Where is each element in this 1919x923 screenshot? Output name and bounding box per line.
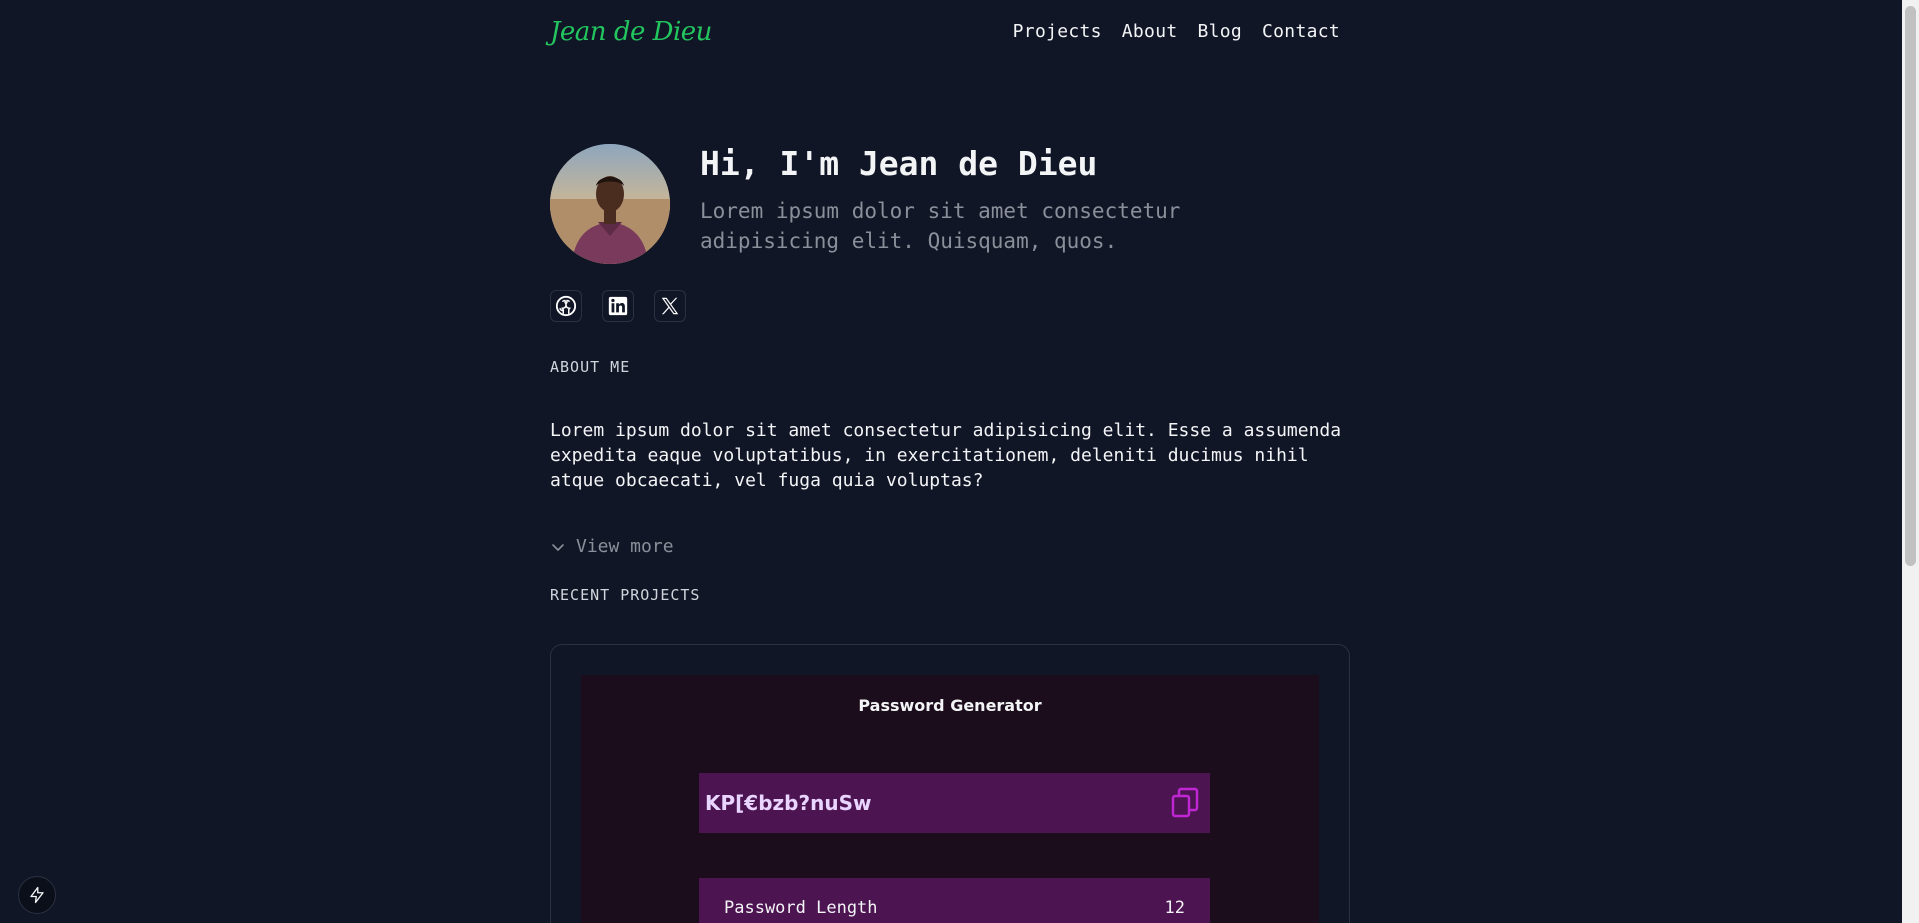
hero-section: Hi, I'm Jean de Dieu Lorem ipsum dolor s… — [550, 144, 1350, 264]
nav-about[interactable]: About — [1122, 21, 1178, 42]
lightning-icon — [30, 886, 44, 904]
github-link[interactable] — [550, 290, 582, 322]
about-label: ABOUT ME — [550, 358, 631, 376]
password-length-row: Password Length 12 — [699, 878, 1210, 923]
linkedin-link[interactable] — [602, 290, 634, 322]
github-icon — [555, 295, 577, 317]
page: Jean de Dieu Projects About Blog Contact — [0, 0, 1919, 923]
hero-title: Hi, I'm Jean de Dieu — [700, 144, 1098, 183]
view-more-label: View more — [576, 536, 674, 557]
chevron-down-icon — [552, 543, 564, 551]
password-length-label: Password Length — [724, 898, 878, 918]
project-preview: Password Generator KP[€bzb?nuSw Password… — [581, 675, 1319, 923]
hero-subtitle: Lorem ipsum dolor sit amet consectetur a… — [700, 199, 1181, 253]
nav-blog[interactable]: Blog — [1197, 21, 1242, 42]
about-text: Lorem ipsum dolor sit amet consectetur a… — [550, 420, 1342, 491]
password-value: KP[€bzb?nuSw — [705, 791, 872, 815]
scrollbar-thumb[interactable] — [1905, 6, 1916, 566]
main-container: Jean de Dieu Projects About Blog Contact — [550, 0, 1350, 923]
dev-tools-badge[interactable] — [18, 876, 56, 914]
recent-projects-label: RECENT PROJECTS — [550, 586, 701, 604]
view-more-button[interactable]: View more — [550, 536, 1350, 557]
avatar-portrait — [550, 144, 670, 264]
preview-title: Password Generator — [858, 696, 1042, 715]
nav-contact[interactable]: Contact — [1262, 21, 1340, 42]
linkedin-icon — [608, 296, 628, 316]
x-icon — [661, 297, 679, 315]
password-length-value: 12 — [1164, 898, 1185, 918]
page-scrollbar[interactable] — [1902, 0, 1919, 923]
main-nav: Projects About Blog Contact — [1013, 21, 1340, 42]
copy-icon — [1171, 787, 1199, 818]
project-card[interactable]: Password Generator KP[€bzb?nuSw Password… — [550, 644, 1350, 923]
x-link[interactable] — [654, 290, 686, 322]
nav-projects[interactable]: Projects — [1013, 21, 1102, 42]
hero-text: Hi, I'm Jean de Dieu Lorem ipsum dolor s… — [700, 144, 1190, 256]
avatar — [550, 144, 670, 264]
password-output: KP[€bzb?nuSw — [699, 773, 1210, 833]
site-header: Jean de Dieu Projects About Blog Contact — [550, 0, 1350, 62]
logo-link[interactable]: Jean de Dieu — [550, 17, 712, 47]
social-links — [550, 290, 1350, 322]
